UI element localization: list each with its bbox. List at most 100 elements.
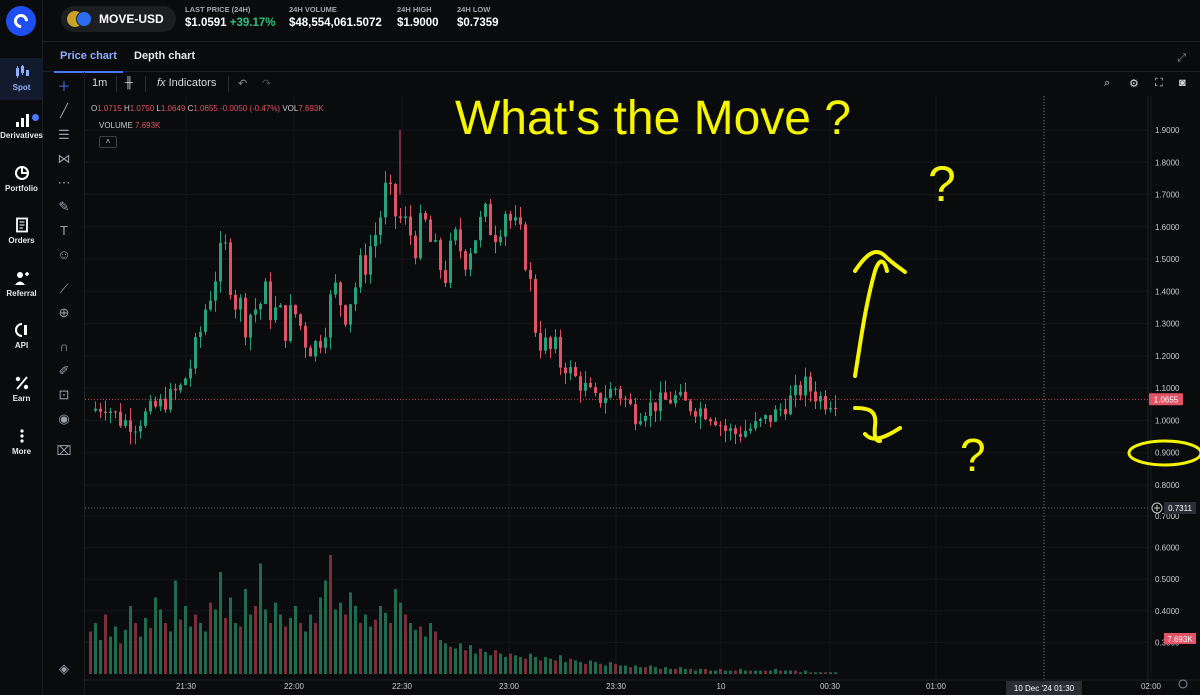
tab-depth-chart[interactable]: Depth chart [134, 50, 195, 62]
candle-body [274, 307, 277, 321]
volume-bar [154, 597, 157, 674]
candle-body [424, 213, 427, 220]
annotations: What's the Move ??? [455, 92, 1200, 481]
volume-bar [364, 614, 367, 674]
time-tick-label: 02:00 [1141, 682, 1162, 691]
candle-body [214, 281, 217, 301]
tab-price-chart[interactable]: Price chart [54, 50, 123, 73]
volume-bar [439, 640, 442, 674]
trash-icon[interactable]: ⌧ [55, 442, 73, 460]
candle-body [94, 408, 97, 411]
magnet-icon[interactable]: ∩ [55, 338, 73, 356]
stat-label: LAST PRICE (24H) [185, 5, 251, 14]
lock-icon[interactable]: ⊡ [55, 386, 73, 404]
time-tick-label: 21:30 [176, 682, 197, 691]
lock-drawing-icon[interactable]: ✐ [55, 362, 73, 380]
search-icon[interactable]: ⌕ [1104, 77, 1110, 90]
collapse-legend-button[interactable]: ˄ [99, 136, 117, 148]
candle-body [724, 425, 727, 431]
nav-orders[interactable]: Orders [0, 217, 43, 245]
candle-body [369, 246, 372, 275]
candle-body [299, 314, 302, 326]
volume-bar [754, 670, 757, 674]
pattern-icon[interactable]: ⋈ [55, 150, 73, 168]
undo-icon[interactable]: ↶ [238, 77, 247, 90]
volume-bar [799, 672, 802, 674]
volume-bar [729, 670, 732, 674]
interval-button[interactable]: 1m [92, 77, 107, 89]
volume-bar [249, 614, 252, 674]
volume-bar [764, 670, 767, 674]
volume-bar [514, 655, 517, 674]
fib-icon[interactable]: ⋯ [55, 174, 73, 192]
candle-body [739, 434, 742, 437]
brush-icon[interactable]: ✎ [55, 198, 73, 216]
candle-body [259, 303, 262, 310]
horizontal-lines-icon[interactable]: ☰ [55, 126, 73, 144]
price-tick-label: 1.5000 [1155, 255, 1180, 264]
eye-icon[interactable]: ◉ [55, 410, 73, 428]
indicators-button[interactable]: fx Indicators [157, 77, 216, 89]
volume-bar [254, 606, 257, 674]
trend-line-icon[interactable]: ╱ [55, 102, 73, 120]
volume-bar [824, 672, 827, 674]
zoom-in-icon[interactable]: ⊕ [55, 304, 73, 322]
camera-icon[interactable]: ◙ [1179, 77, 1186, 89]
chart-canvas[interactable]: 1.9000 1.8000 1.7000 1.6000 1.5000 1.4000 1.30… [85, 92, 1200, 695]
expand-icon[interactable]: ⤢ [1177, 52, 1186, 65]
volume-bar [204, 631, 207, 674]
chart-tabs: Price chart Depth chart ⤢ [43, 42, 1200, 73]
nav-derivatives[interactable]: Derivatives [0, 112, 43, 140]
candle-body [234, 294, 237, 310]
volume-bar [599, 663, 602, 674]
ruler-icon[interactable]: ⟋ [55, 280, 73, 298]
stat-value: $1.0591 +39.17% [185, 17, 276, 29]
nav-more[interactable]: More [0, 428, 43, 456]
layers-icon[interactable]: ◈ [55, 660, 73, 678]
candle-body [324, 337, 327, 348]
price-chart[interactable]: 1.9000 1.8000 1.7000 1.6000 1.5000 1.4000 1.30… [85, 92, 1200, 695]
volume-bar [374, 619, 377, 674]
stat-label: 24H VOLUME [289, 5, 337, 14]
volume-bar [239, 626, 242, 674]
candle-body [499, 236, 502, 243]
candle-body [399, 216, 402, 219]
nav-earn[interactable]: Earn [0, 375, 43, 403]
candle-body [419, 213, 422, 259]
indicators-label: Indicators [168, 77, 217, 89]
candle-body [504, 213, 507, 237]
candle-body [134, 431, 137, 433]
redo-icon[interactable]: ↷ [262, 77, 271, 90]
candle-type-icon[interactable]: ╫ [125, 77, 133, 89]
drawing-toolbar: ＋ ╱ ☰ ⋈ ⋯ ✎ T ☺ ⟋ ⊕ ∩ ✐ ⊡ ◉ ⌧ ◈ [43, 72, 85, 695]
time-tick-label: 22:30 [392, 682, 413, 691]
time-tick-label: 23:30 [606, 682, 627, 691]
crosshair-icon[interactable]: ＋ [55, 78, 73, 96]
candle-body [524, 224, 527, 270]
nav-referral[interactable]: Referral [0, 270, 43, 298]
candle-body [714, 421, 717, 426]
text-icon[interactable]: T [55, 222, 73, 240]
nav-portfolio[interactable]: Portfolio [0, 165, 43, 193]
volume-bar [559, 655, 562, 674]
nav-api[interactable]: API [0, 322, 43, 350]
fullscreen-icon[interactable]: ⛶ [1155, 77, 1163, 90]
candle-body [279, 305, 282, 308]
nav-spot[interactable]: Spot [0, 58, 43, 100]
pair-selector[interactable]: MOVE-USD [61, 6, 176, 32]
volume-bar [524, 658, 527, 674]
candle-body [709, 419, 712, 422]
candle-body [139, 425, 142, 432]
candle-body [194, 337, 197, 369]
candle-body [149, 400, 152, 412]
close-value: 1.0655 [193, 104, 218, 113]
candle-body [754, 421, 757, 429]
emoji-icon[interactable]: ☺ [55, 246, 73, 264]
volume-bar [234, 623, 237, 674]
gear-icon[interactable]: ⚙ [1129, 77, 1139, 90]
candle-body [474, 240, 477, 254]
coinbase-logo[interactable] [6, 6, 36, 36]
candle-body [454, 229, 457, 241]
candle-body [174, 388, 177, 391]
volume-bar [709, 670, 712, 674]
